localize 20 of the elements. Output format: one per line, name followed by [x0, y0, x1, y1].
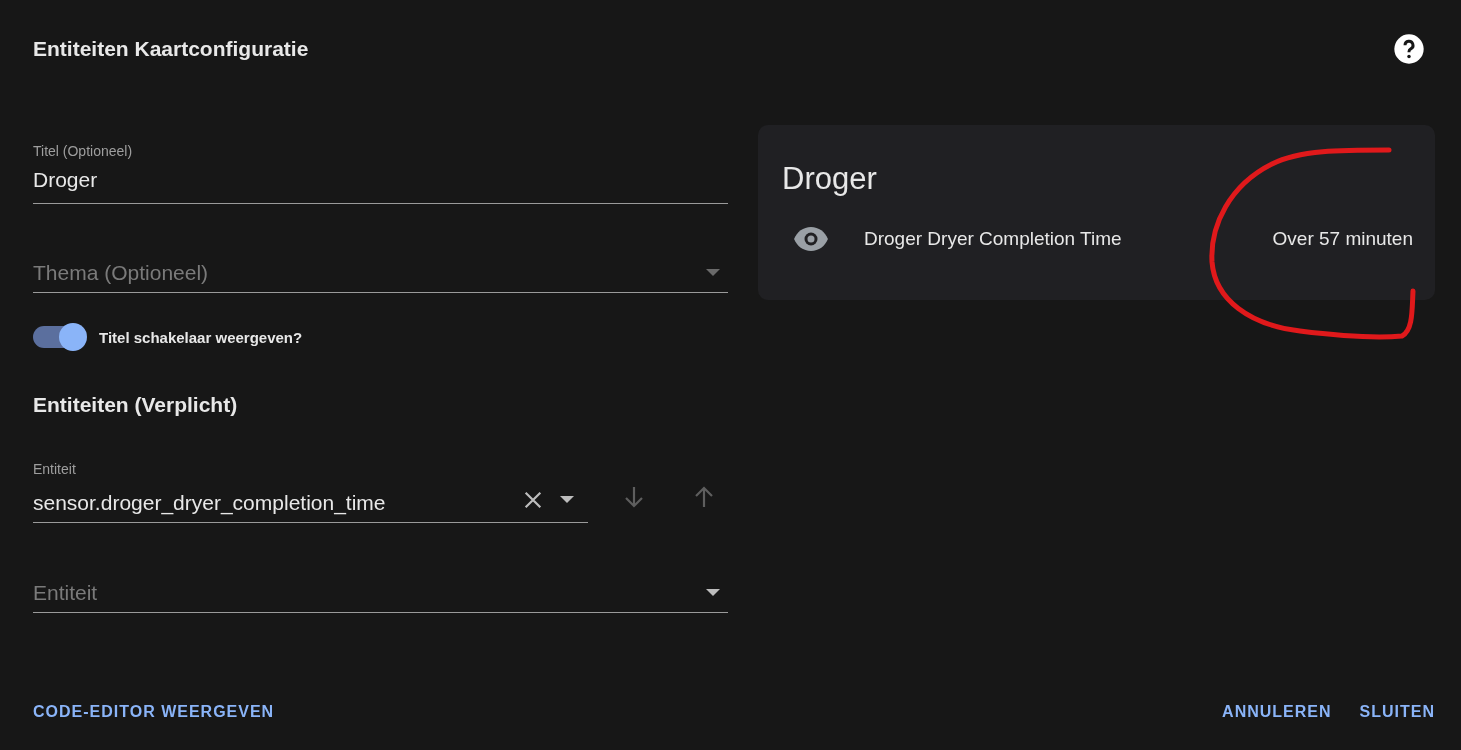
dialog-title: Entiteiten Kaartconfiguratie — [33, 37, 309, 61]
eye-icon — [794, 227, 828, 251]
card-title: Droger — [782, 161, 878, 197]
theme-select[interactable]: Thema (Optioneel) — [33, 253, 728, 293]
caret-icon — [706, 269, 720, 276]
code-editor-button[interactable]: CODE-EDITOR WEERGEVEN — [33, 697, 275, 727]
help-icon[interactable] — [1393, 33, 1425, 65]
cancel-button[interactable]: ANNULEREN — [1222, 697, 1332, 727]
caret-icon — [706, 589, 720, 596]
move-down-icon[interactable] — [622, 485, 646, 509]
entity-state: Over 57 minuten — [1272, 228, 1413, 250]
entity-field[interactable]: Entiteit sensor.droger_dryer_completion_time — [33, 461, 588, 523]
title-field[interactable]: Titel (Optioneel) Droger — [33, 143, 728, 204]
entity-select[interactable]: Entiteit — [33, 573, 728, 613]
toggle-switch[interactable] — [33, 326, 85, 348]
toggle-label: Titel schakelaar weergeven? — [99, 328, 303, 346]
close-button[interactable]: SLUITEN — [1359, 697, 1435, 727]
caret-icon[interactable] — [560, 496, 574, 503]
entity-name[interactable]: Droger Dryer Completion Time — [864, 228, 1273, 250]
section-heading: Entiteiten (Verplicht) — [33, 393, 239, 417]
